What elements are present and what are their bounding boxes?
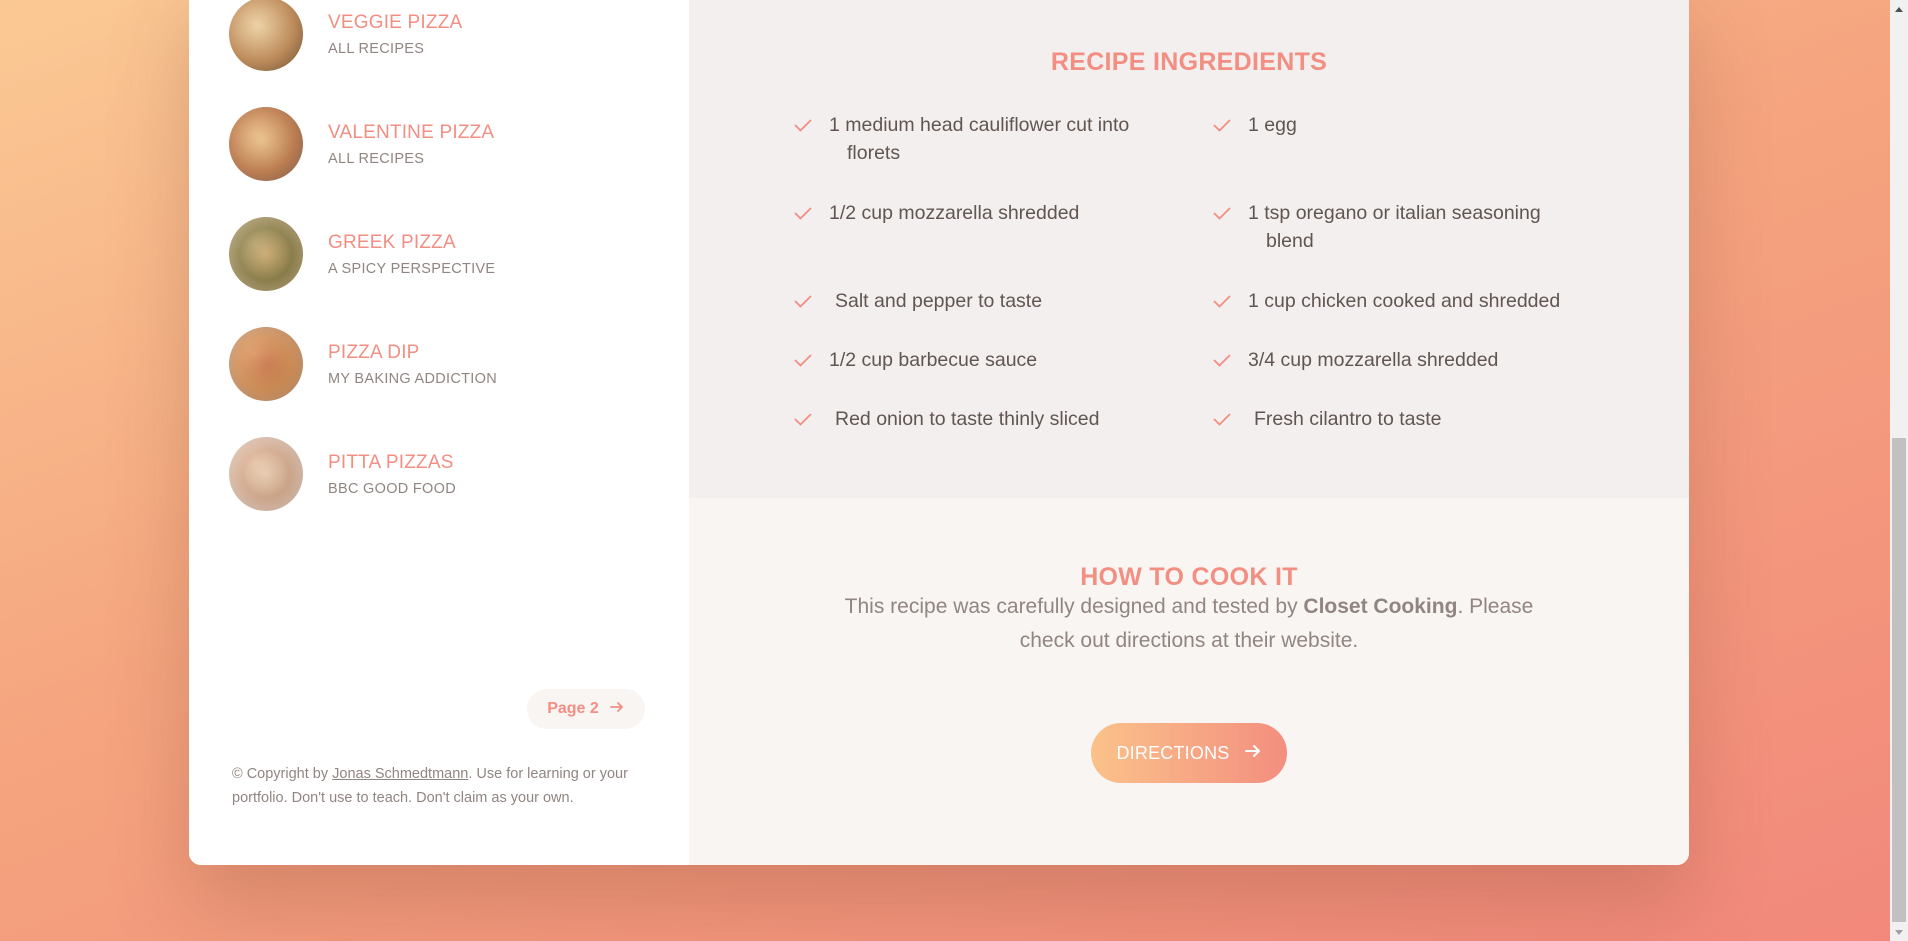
result-title: PIZZA DIP xyxy=(328,341,420,363)
result-item-veggie-pizza[interactable]: VEGGIE PIZZA ALL RECIPES xyxy=(229,0,649,71)
check-icon xyxy=(793,287,815,315)
scroll-up-arrow-icon[interactable] xyxy=(1890,0,1908,17)
ingredient-item: Fresh cilantro to taste xyxy=(1212,405,1572,433)
ingredient-text: Red onion to taste thinly sliced xyxy=(835,408,1100,430)
ingredient-item: 1/2 cup mozzarella shredded xyxy=(793,199,1153,227)
cook-description: This recipe was carefully designed and t… xyxy=(829,590,1549,658)
recipe-detail: RECIPE INGREDIENTS 1 medium head caulifl… xyxy=(689,0,1689,865)
ingredient-text: 3/4 cup mozzarella shredded xyxy=(1248,349,1499,371)
result-publisher: ALL RECIPES xyxy=(328,151,425,168)
author-link[interactable]: Jonas Schmedtmann xyxy=(332,766,468,782)
ingredient-text: 1 cup chicken cooked and shredded xyxy=(1248,290,1561,312)
check-icon xyxy=(1212,346,1234,374)
ingredient-text: 1/2 cup barbecue sauce xyxy=(829,349,1038,371)
ingredient-item: 1/2 cup barbecue sauce xyxy=(793,346,1153,374)
result-publisher: A SPICY PERSPECTIVE xyxy=(328,261,496,278)
check-icon xyxy=(793,346,815,374)
copyright-prefix: © Copyright by xyxy=(232,766,333,782)
scrollbar-thumb[interactable] xyxy=(1892,438,1906,922)
ingredient-text: 1 tsp oregano or italian seasoning blend xyxy=(1248,202,1541,252)
recipe-publisher: Closet Cooking xyxy=(1303,595,1458,618)
directions-button[interactable]: DIRECTIONS xyxy=(1091,723,1287,783)
ingredient-text: Salt and pepper to taste xyxy=(835,290,1043,312)
ingredients-heading: RECIPE INGREDIENTS xyxy=(1050,48,1328,76)
result-item-pizza-dip[interactable]: PIZZA DIP MY BAKING ADDICTION xyxy=(229,327,649,401)
result-publisher: MY BAKING ADDICTION xyxy=(328,371,497,388)
search-results-panel: VEGGIE PIZZA ALL RECIPES VALENTINE PIZZA… xyxy=(189,0,689,865)
result-publisher: ALL RECIPES xyxy=(328,41,425,58)
ingredient-text: 1/2 cup mozzarella shredded xyxy=(829,202,1080,224)
result-title: VEGGIE PIZZA xyxy=(328,11,463,33)
result-title: VALENTINE PIZZA xyxy=(328,121,495,143)
arrow-right-icon xyxy=(1244,742,1262,765)
result-title: GREEK PIZZA xyxy=(328,231,456,253)
ingredient-item: 1 cup chicken cooked and shredded xyxy=(1212,287,1612,315)
copyright-notice: © Copyright by Jonas Schmedtmann. Use fo… xyxy=(232,762,652,810)
check-icon xyxy=(1212,287,1234,315)
ingredient-text: Fresh cilantro to taste xyxy=(1254,408,1442,430)
recipe-app-card: VEGGIE PIZZA ALL RECIPES VALENTINE PIZZA… xyxy=(189,0,1689,865)
cook-text-before: This recipe was carefully designed and t… xyxy=(844,595,1304,618)
ingredient-item: 1 tsp oregano or italian seasoning blend xyxy=(1212,199,1592,255)
check-icon xyxy=(1212,405,1234,433)
check-icon xyxy=(793,111,815,139)
check-icon xyxy=(793,405,815,433)
ingredient-item: 1 medium head cauliflower cut into flore… xyxy=(793,111,1153,167)
pagination-next-button[interactable]: Page 2 xyxy=(527,689,645,729)
result-publisher: BBC GOOD FOOD xyxy=(328,481,456,498)
result-item-valentine-pizza[interactable]: VALENTINE PIZZA ALL RECIPES xyxy=(229,107,649,181)
recipe-thumbnail xyxy=(229,437,303,511)
check-icon xyxy=(1212,199,1234,227)
recipe-thumbnail xyxy=(229,107,303,181)
result-item-pitta-pizzas[interactable]: PITTA PIZZAS BBC GOOD FOOD xyxy=(229,437,649,511)
check-icon xyxy=(793,199,815,227)
recipe-thumbnail xyxy=(229,327,303,401)
ingredient-text: 1 egg xyxy=(1248,114,1297,136)
ingredient-item: Salt and pepper to taste xyxy=(793,287,1153,315)
how-to-cook-heading: HOW TO COOK IT xyxy=(1080,563,1298,591)
directions-label: DIRECTIONS xyxy=(1116,742,1230,763)
ingredient-item: 3/4 cup mozzarella shredded xyxy=(1212,346,1572,374)
recipe-thumbnail xyxy=(229,0,303,71)
page-scrollbar[interactable] xyxy=(1890,0,1908,941)
scroll-down-arrow-icon[interactable] xyxy=(1890,924,1908,941)
arrow-right-icon xyxy=(609,699,625,720)
ingredient-item: 1 egg xyxy=(1212,111,1572,139)
recipe-thumbnail xyxy=(229,217,303,291)
how-to-cook-section xyxy=(689,498,1689,865)
result-title: PITTA PIZZAS xyxy=(328,451,454,473)
ingredient-text: 1 medium head cauliflower cut into flore… xyxy=(829,114,1130,164)
check-icon xyxy=(1212,111,1234,139)
result-item-greek-pizza[interactable]: GREEK PIZZA A SPICY PERSPECTIVE xyxy=(229,217,649,291)
pagination-label: Page 2 xyxy=(547,700,599,717)
ingredient-item: Red onion to taste thinly sliced xyxy=(793,405,1153,433)
recipe-ingredients-section: RECIPE INGREDIENTS 1 medium head caulifl… xyxy=(689,0,1689,498)
